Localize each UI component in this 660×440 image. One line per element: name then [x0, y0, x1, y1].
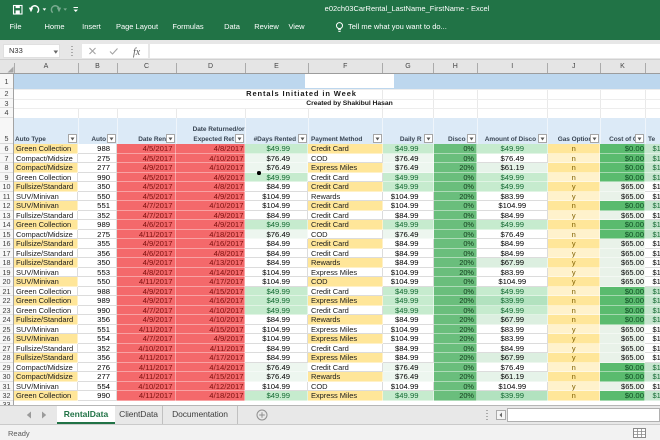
svg-text:fx: fx: [133, 47, 141, 58]
